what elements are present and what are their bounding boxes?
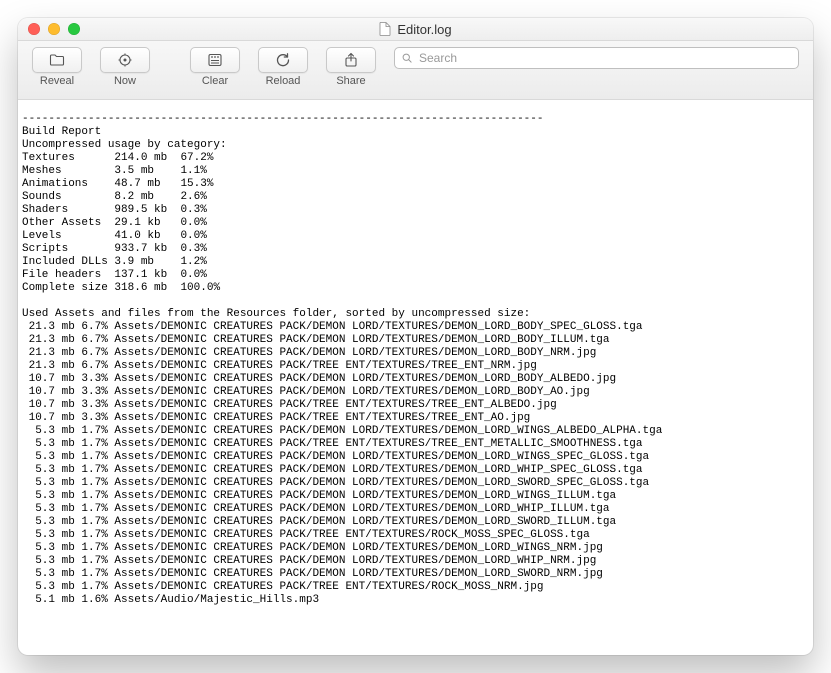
folder-icon [49, 52, 65, 68]
log-content[interactable]: ----------------------------------------… [18, 111, 813, 644]
zoom-button[interactable] [68, 23, 80, 35]
tool-label: Clear [202, 75, 228, 87]
tool-clear: Clear [190, 47, 240, 87]
window-title: Editor.log [397, 22, 451, 37]
search-input[interactable]: Search [394, 47, 799, 69]
tool-now: Now [100, 47, 150, 87]
titlebar[interactable]: Editor.log [18, 18, 813, 41]
tool-label: Reload [266, 75, 301, 87]
minimize-button[interactable] [48, 23, 60, 35]
tool-label: Share [336, 75, 365, 87]
tool-label: Now [114, 75, 136, 87]
search-placeholder: Search [419, 51, 457, 65]
tool-reveal: Reveal [32, 47, 82, 87]
tool-share: Share [326, 47, 376, 87]
window: Editor.log Reveal [18, 18, 813, 655]
clear-icon [207, 52, 223, 68]
tool-label: Reveal [40, 75, 74, 87]
traffic-lights [18, 23, 80, 35]
now-button[interactable] [100, 47, 150, 73]
search-icon [401, 52, 413, 64]
share-button[interactable] [326, 47, 376, 73]
reload-icon [275, 52, 291, 68]
reveal-button[interactable] [32, 47, 82, 73]
close-button[interactable] [28, 23, 40, 35]
target-location-icon [117, 52, 133, 68]
document-icon [379, 22, 391, 36]
clear-button[interactable] [190, 47, 240, 73]
share-icon [343, 52, 359, 68]
tool-reload: Reload [258, 47, 308, 87]
reload-button[interactable] [258, 47, 308, 73]
toolbar: Reveal Now [18, 41, 813, 100]
